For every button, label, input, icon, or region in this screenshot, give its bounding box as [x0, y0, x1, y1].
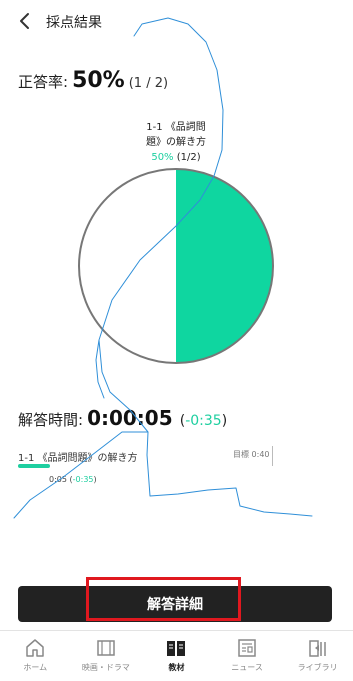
lesson-row-title: 1-1 《品詞問題》の解き方	[18, 453, 138, 464]
chart-caption-line1: 1-1 《品詞問	[146, 122, 206, 133]
tab-library-label: ライブラリ	[297, 663, 338, 672]
time-value: 0:00:05	[87, 406, 173, 430]
tab-materials[interactable]: 教材	[141, 631, 212, 681]
chevron-left-icon[interactable]	[14, 10, 36, 32]
tab-news-label: ニュース	[231, 663, 263, 672]
tab-movies-label: 映画・ドラマ	[81, 663, 130, 672]
score-result-screen: 採点結果 正答率: 50% (1 / 2) 1-1 《品詞問 題》の解き方 50% …	[0, 0, 353, 681]
chart-caption-fraction: (1/2)	[176, 152, 201, 163]
bottom-tab-bar: ホーム 映画・ドラマ 教材 ニュース ライブラリ	[0, 630, 353, 681]
tab-materials-label: 教材	[168, 663, 185, 672]
chart-caption-percent: 50%	[151, 152, 174, 163]
score-summary: 正答率: 50% (1 / 2)	[18, 68, 168, 93]
time-diff-value: -0:35	[185, 413, 222, 429]
book-icon	[167, 641, 186, 656]
library-icon	[308, 640, 326, 657]
score-fraction: (1 / 2)	[128, 76, 169, 91]
time-label: 解答時間:	[18, 411, 84, 429]
score-percent: 50%	[72, 68, 125, 93]
target-marker	[272, 446, 273, 466]
time-progress-bar	[18, 464, 50, 468]
pie-slice-1	[79, 169, 176, 363]
score-pie-chart	[78, 168, 274, 364]
home-icon	[26, 639, 45, 657]
tab-home-label: ホーム	[23, 663, 48, 672]
chart-caption-line2: 題》の解き方	[146, 137, 206, 148]
tab-home[interactable]: ホーム	[0, 631, 71, 681]
pie-slice-0	[176, 169, 273, 363]
chart-caption: 1-1 《品詞問 題》の解き方 50% (1/2)	[116, 120, 236, 165]
score-label: 正答率:	[18, 73, 69, 91]
film-icon	[97, 640, 115, 656]
lesson-row-target: 目標 0:40	[233, 450, 270, 459]
highlight-box	[86, 577, 241, 621]
lesson-row-time: 0:05 (-0:35)	[49, 475, 97, 484]
header: 採点結果	[0, 0, 353, 44]
page-title: 採点結果	[46, 15, 102, 31]
tab-movies[interactable]: 映画・ドラマ	[71, 631, 142, 681]
tab-library[interactable]: ライブラリ	[282, 631, 353, 681]
time-diff: (-0:35)	[179, 413, 228, 429]
answer-time-summary: 解答時間: 0:00:05 (-0:35)	[18, 406, 227, 430]
news-icon	[238, 639, 256, 657]
tab-news[interactable]: ニュース	[212, 631, 283, 681]
